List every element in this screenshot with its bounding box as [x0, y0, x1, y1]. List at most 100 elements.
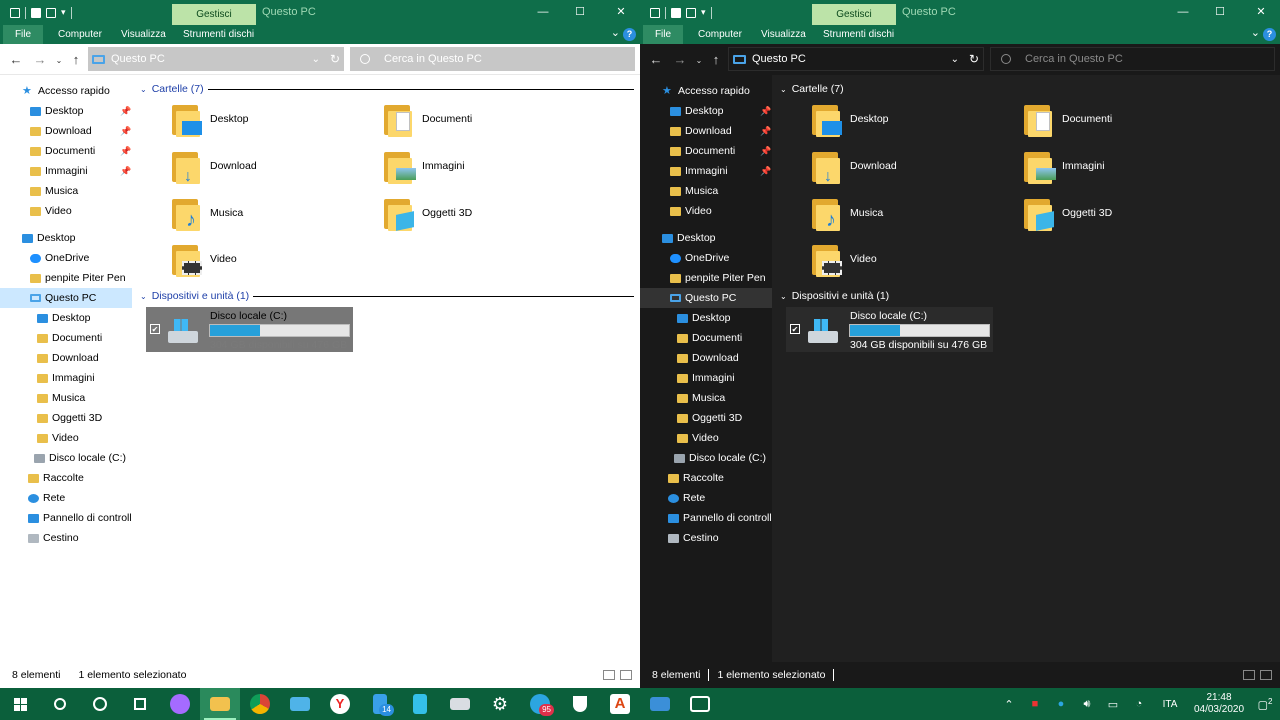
nav-user-folder[interactable]: penpite Piter Pen — [670, 268, 766, 288]
nav-desktop[interactable]: Desktop — [662, 228, 716, 248]
collapse-chevron-icon[interactable]: ⌄ — [140, 292, 147, 301]
nav-network[interactable]: Rete — [28, 488, 65, 508]
maximize-button[interactable]: ☐ — [1208, 0, 1232, 25]
nav-pc-3d-objects[interactable]: Oggetti 3D — [677, 408, 742, 428]
address-bar[interactable]: Questo PC ⌄ ↻ — [88, 47, 344, 71]
nav-onedrive[interactable]: OneDrive — [670, 248, 729, 268]
checkbox-checked-icon[interactable]: ✔ — [150, 324, 160, 334]
nav-pc-video[interactable]: Video — [677, 428, 719, 448]
tab-drive-tools[interactable]: Strumenti dischi — [823, 25, 894, 44]
app-settings[interactable]: ⚙ — [480, 688, 520, 720]
nav-this-pc[interactable]: Questo PC — [640, 288, 772, 308]
recent-locations-chevron-icon[interactable]: ⌄ — [691, 56, 707, 65]
folder-download[interactable]: ↓ Download — [172, 150, 257, 185]
help-icon[interactable]: ? — [1263, 28, 1276, 41]
devices-section-header[interactable]: ⌄ Dispositivi e unità (1) — [780, 288, 1274, 304]
nav-pc-music[interactable]: Musica — [37, 388, 85, 408]
nav-pc-local-disk[interactable]: Disco locale (C:) — [34, 448, 126, 468]
checkbox-checked-icon[interactable]: ✔ — [790, 324, 800, 334]
details-view-icon[interactable] — [1243, 670, 1255, 680]
pin-icon[interactable]: 📌 — [120, 146, 131, 157]
nav-qa-documents[interactable]: Documenti — [30, 141, 95, 161]
nav-qa-video[interactable]: Video — [30, 201, 72, 221]
minimize-button[interactable]: — — [531, 0, 555, 25]
nav-onedrive[interactable]: OneDrive — [30, 248, 89, 268]
pin-icon[interactable]: 📌 — [760, 126, 771, 137]
large-icons-view-icon[interactable] — [620, 670, 632, 680]
nav-pc-documents[interactable]: Documenti — [677, 328, 742, 348]
security-tray-icon[interactable]: ■ — [1022, 698, 1048, 710]
nav-qa-video[interactable]: Video — [670, 201, 712, 221]
folder-music[interactable]: ♪ Musica — [812, 197, 883, 231]
folder-video[interactable]: Video — [172, 243, 237, 277]
new-folder-icon[interactable] — [686, 7, 696, 18]
nav-qa-download[interactable]: Download — [670, 121, 732, 141]
folders-section-header[interactable]: ⌄ Cartelle (7) — [140, 81, 634, 97]
nav-user-folder[interactable]: penpite Piter Pen — [30, 268, 126, 288]
folder-desktop[interactable]: Desktop — [812, 103, 889, 137]
customize-chevron-icon[interactable]: ▾ — [61, 7, 66, 18]
recent-locations-chevron-icon[interactable]: ⌄ — [51, 56, 67, 65]
app-servers[interactable] — [400, 688, 440, 720]
nav-quick-access[interactable]: ★ Accesso rapido — [22, 81, 110, 101]
volume-icon[interactable]: 🔊︎ — [1074, 698, 1100, 711]
nav-network[interactable]: Rete — [668, 488, 705, 508]
tab-manage[interactable]: Gestisci — [812, 4, 896, 25]
clock[interactable]: 21:48 04/03/2020 — [1188, 692, 1250, 716]
nav-libraries[interactable]: Raccolte — [28, 468, 84, 488]
title-bar[interactable]: ▾ Gestisci Questo PC — ☐ ✕ — [640, 0, 1280, 25]
nav-this-pc[interactable]: Questo PC — [0, 288, 132, 308]
large-icons-view-icon[interactable] — [1260, 670, 1272, 680]
tab-view[interactable]: Visualizza — [761, 25, 806, 44]
pin-icon[interactable]: 📌 — [760, 106, 771, 117]
forward-arrow-icon[interactable]: → — [672, 52, 688, 67]
folders-section-header[interactable]: ⌄ Cartelle (7) — [780, 81, 1274, 97]
minimize-button[interactable]: — — [1171, 0, 1195, 25]
nav-qa-images[interactable]: Immagini — [30, 161, 88, 181]
nav-pc-images[interactable]: Immagini — [37, 368, 95, 388]
nav-qa-download[interactable]: Download — [30, 121, 92, 141]
nav-control-panel[interactable]: Pannello di controllo — [668, 508, 772, 528]
collapse-chevron-icon[interactable]: ⌄ — [780, 85, 787, 94]
task-view-button[interactable] — [120, 688, 160, 720]
nav-control-panel[interactable]: Pannello di controllo — [28, 508, 132, 528]
folder-music[interactable]: ♪ Musica — [172, 197, 243, 231]
nav-pc-desktop[interactable]: Desktop — [677, 308, 731, 328]
folder-desktop[interactable]: Desktop — [172, 103, 249, 137]
folder-documents[interactable]: Documenti — [384, 103, 472, 137]
properties-icon[interactable] — [31, 7, 41, 18]
tab-drive-tools[interactable]: Strumenti dischi — [183, 25, 254, 44]
app-assistant[interactable] — [160, 688, 200, 720]
customize-chevron-icon[interactable]: ▾ — [701, 7, 706, 18]
folder-3d-objects[interactable]: Oggetti 3D — [384, 197, 472, 231]
app-yandex[interactable]: Y — [320, 688, 360, 720]
nav-qa-music[interactable]: Musica — [670, 181, 718, 201]
nav-pc-download[interactable]: Download — [37, 348, 99, 368]
nav-pc-desktop[interactable]: Desktop — [37, 308, 91, 328]
app-remote[interactable] — [640, 688, 680, 720]
tab-computer[interactable]: Computer — [58, 25, 102, 44]
app-telegram[interactable]: 95 — [520, 688, 560, 720]
address-bar[interactable]: Questo PC ⌄ ↻ — [728, 47, 984, 71]
tray-app-icon[interactable]: ● — [1048, 698, 1074, 710]
nav-qa-images[interactable]: Immagini — [670, 161, 728, 181]
search-box[interactable]: Cerca in Questo PC — [990, 47, 1275, 71]
app-drive[interactable] — [440, 688, 480, 720]
help-icon[interactable]: ? — [623, 28, 636, 41]
folder-images[interactable]: Immagini — [1024, 150, 1105, 184]
up-arrow-icon[interactable]: ↑ — [68, 52, 84, 67]
close-button[interactable]: ✕ — [1249, 0, 1273, 25]
nav-desktop[interactable]: Desktop — [22, 228, 76, 248]
folder-documents[interactable]: Documenti — [1024, 103, 1112, 137]
nav-pc-video[interactable]: Video — [37, 428, 79, 448]
drive-tile-c[interactable]: ✔ Disco locale (C:) 304 GB disponibili s… — [786, 307, 993, 352]
app-image-viewer[interactable] — [280, 688, 320, 720]
pin-icon[interactable]: 📌 — [120, 166, 131, 177]
refresh-icon[interactable]: ↻ — [330, 52, 340, 66]
nav-pc-local-disk[interactable]: Disco locale (C:) — [674, 448, 766, 468]
language-indicator[interactable]: ITA — [1152, 699, 1188, 710]
collapse-chevron-icon[interactable]: ⌄ — [780, 292, 787, 301]
tab-manage[interactable]: Gestisci — [172, 4, 256, 25]
nav-qa-music[interactable]: Musica — [30, 181, 78, 201]
app-mail[interactable]: 14 — [360, 688, 400, 720]
